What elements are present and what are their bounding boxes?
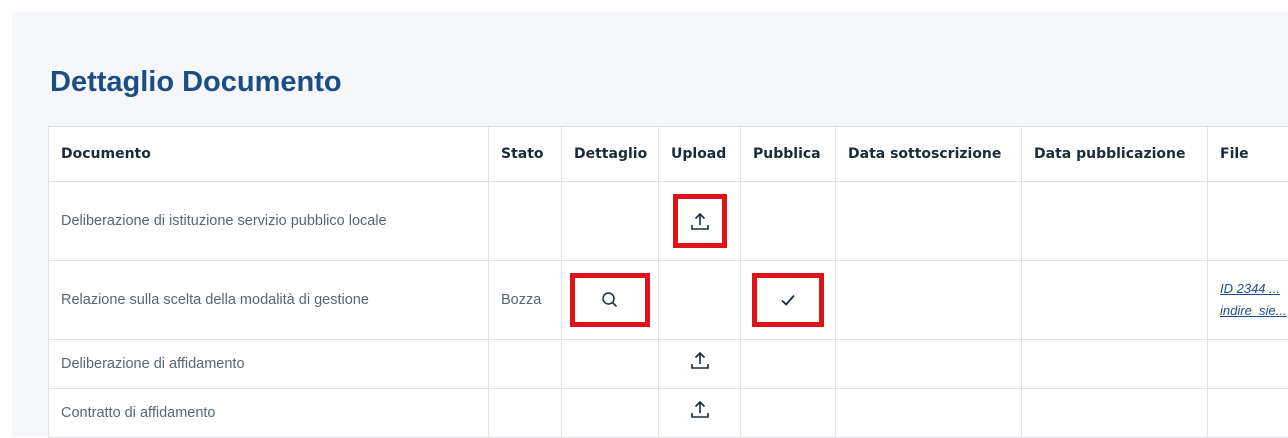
- upload-icon: [689, 398, 711, 420]
- cell-data-pubblicazione: [1022, 389, 1208, 438]
- publish-button[interactable]: [752, 273, 824, 327]
- cell-file: ID 2344 ... indire_sie...: [1208, 261, 1288, 340]
- cell-documento: Deliberazione di affidamento: [49, 340, 489, 389]
- cell-dettaglio: [562, 389, 659, 438]
- column-header-stato: Stato: [489, 127, 562, 182]
- table-row: Deliberazione di affidamento: [49, 340, 1288, 389]
- cell-documento: Relazione sulla scelta della modalità di…: [49, 261, 489, 340]
- documents-table: Documento Stato Dettaglio Upload Pubblic…: [48, 126, 1288, 438]
- cell-upload: [659, 261, 741, 340]
- cell-data-sottoscrizione: [836, 340, 1022, 389]
- cell-data-pubblicazione: [1022, 261, 1208, 340]
- cell-file: [1208, 389, 1288, 438]
- upload-button[interactable]: [688, 397, 712, 421]
- upload-button[interactable]: [688, 348, 712, 372]
- cell-data-sottoscrizione: [836, 261, 1022, 340]
- cell-stato: [489, 389, 562, 438]
- cell-file: [1208, 340, 1288, 389]
- cell-stato: Bozza: [489, 261, 562, 340]
- cell-documento: Deliberazione di istituzione servizio pu…: [49, 182, 489, 261]
- table-header-row: Documento Stato Dettaglio Upload Pubblic…: [49, 127, 1288, 182]
- column-header-data-pubblicazione: Data pubblicazione: [1022, 127, 1208, 182]
- cell-data-sottoscrizione: [836, 182, 1022, 261]
- cell-pubblica: [741, 182, 836, 261]
- cell-dettaglio: [562, 261, 659, 340]
- column-header-data-sottoscrizione: Data sottoscrizione: [836, 127, 1022, 182]
- column-header-upload: Upload: [659, 127, 741, 182]
- cell-pubblica: [741, 340, 836, 389]
- file-link[interactable]: indire_sie...: [1220, 300, 1286, 322]
- cell-upload: [659, 389, 741, 438]
- table-row: Relazione sulla scelta della modalità di…: [49, 261, 1288, 340]
- column-header-pubblica: Pubblica: [741, 127, 836, 182]
- detail-search-button[interactable]: [570, 273, 650, 327]
- cell-upload: [659, 340, 741, 389]
- cell-data-sottoscrizione: [836, 389, 1022, 438]
- cell-pubblica: [741, 389, 836, 438]
- upload-icon: [689, 349, 711, 371]
- upload-icon: [689, 210, 711, 232]
- check-icon: [778, 290, 798, 310]
- search-icon: [600, 290, 620, 310]
- cell-pubblica: [741, 261, 836, 340]
- column-header-dettaglio: Dettaglio: [562, 127, 659, 182]
- cell-dettaglio: [562, 340, 659, 389]
- column-header-documento: Documento: [49, 127, 489, 182]
- cell-documento: Contratto di affidamento: [49, 389, 489, 438]
- cell-data-pubblicazione: [1022, 182, 1208, 261]
- column-header-file: File: [1208, 127, 1288, 182]
- table-row: Deliberazione di istituzione servizio pu…: [49, 182, 1288, 261]
- cell-stato: [489, 182, 562, 261]
- cell-data-pubblicazione: [1022, 340, 1208, 389]
- page-title: Dettaglio Documento: [50, 66, 342, 99]
- cell-file: [1208, 182, 1288, 261]
- cell-upload: [659, 182, 741, 261]
- cell-dettaglio: [562, 182, 659, 261]
- cell-stato: [489, 340, 562, 389]
- file-link[interactable]: ID 2344 ...: [1220, 278, 1286, 300]
- upload-button[interactable]: [673, 194, 727, 248]
- table-row: Contratto di affidamento: [49, 389, 1288, 438]
